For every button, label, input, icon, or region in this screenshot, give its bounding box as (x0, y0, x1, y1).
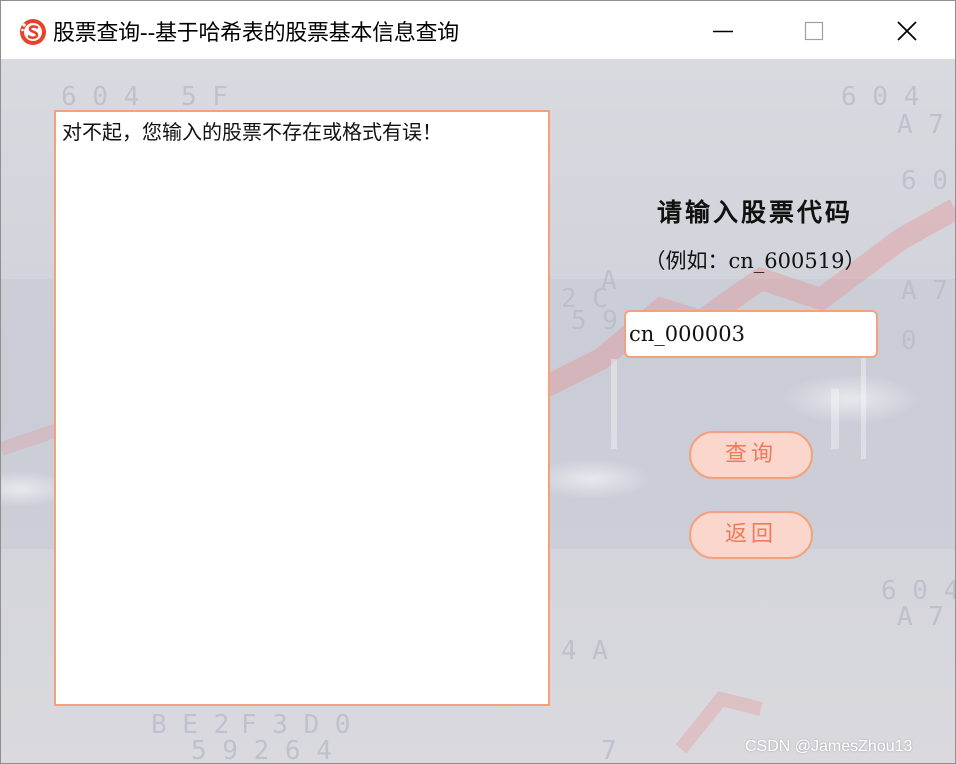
svg-text:6 0 4: 6 0 4 (61, 82, 139, 112)
query-button[interactable]: 查询 (689, 431, 813, 479)
red-s-logo-icon (20, 19, 46, 45)
svg-text:0: 0 (901, 326, 917, 356)
svg-text:6 0 4: 6 0 4 (841, 82, 919, 112)
app-window: 股票查询--基于哈希表的股票基本信息查询 6 0 4 5 F 6 0 4 A 7… (0, 0, 956, 764)
maximize-button[interactable] (769, 1, 861, 59)
input-prompt-title: 请输入股票代码 (656, 198, 853, 227)
stock-code-input[interactable] (624, 310, 878, 358)
svg-text:5 9 2 6 4: 5 9 2 6 4 (191, 736, 332, 763)
svg-text:6 0: 6 0 (901, 166, 948, 196)
back-button[interactable]: 返回 (689, 511, 813, 559)
maximize-icon (804, 21, 824, 41)
close-button[interactable] (861, 1, 953, 59)
close-icon (897, 21, 917, 41)
title-bar[interactable]: 股票查询--基于哈希表的股票基本信息查询 (1, 1, 955, 59)
minimize-button[interactable] (677, 1, 769, 59)
minimize-icon (713, 30, 733, 33)
window-title: 股票查询--基于哈希表的股票基本信息查询 (53, 21, 459, 46)
svg-text:A: A (601, 266, 617, 296)
result-output-box[interactable]: 对不起，您输入的股票不存在或格式有误！ (54, 110, 550, 706)
svg-text:7: 7 (601, 736, 617, 763)
svg-text:A 7: A 7 (897, 602, 944, 632)
svg-text:A 7: A 7 (901, 276, 948, 306)
client-area: 6 0 4 5 F 6 0 4 A 7 6 0 2 C A 5 9 3 A 7 … (1, 59, 955, 763)
result-message: 对不起，您输入的股票不存在或格式有误！ (62, 120, 442, 144)
csdn-watermark: CSDN @JamesZhou13 (745, 738, 913, 755)
input-example-hint: （例如：cn_600519） (644, 249, 866, 273)
svg-text:A 7: A 7 (897, 110, 944, 140)
svg-text:4 A: 4 A (561, 636, 608, 666)
svg-text:5 F: 5 F (181, 82, 228, 112)
